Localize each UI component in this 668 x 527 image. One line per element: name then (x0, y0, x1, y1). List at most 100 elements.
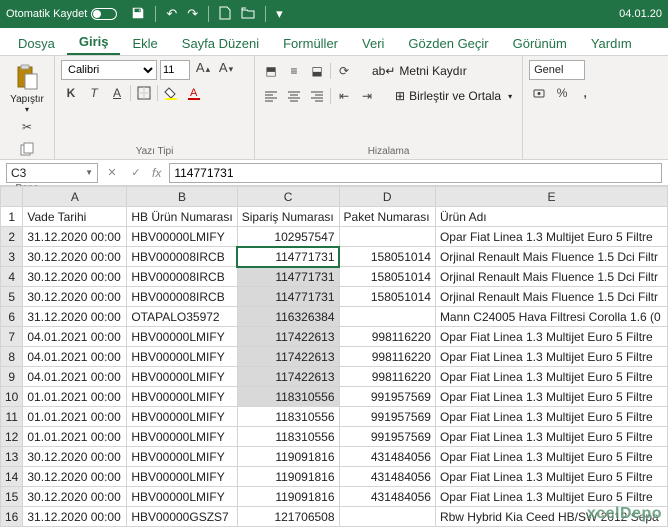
cell-E3[interactable]: Orjinal Renault Mais Fluence 1.5 Dci Fil… (435, 247, 667, 267)
border-button[interactable] (134, 83, 154, 103)
align-right-icon[interactable] (307, 86, 327, 106)
cell-D9[interactable]: 998116220 (339, 367, 435, 387)
redo-icon[interactable]: ↷ (187, 6, 198, 22)
cell-A6[interactable]: 31.12.2020 00:00 (23, 307, 127, 327)
increase-font-icon[interactable]: A▴ (193, 60, 213, 80)
cell-A9[interactable]: 04.01.2021 00:00 (23, 367, 127, 387)
comma-icon[interactable]: , (575, 83, 595, 103)
cell-D14[interactable]: 431484056 (339, 467, 435, 487)
row-header[interactable]: 12 (1, 427, 23, 447)
currency-icon[interactable] (529, 83, 549, 103)
cell-C3[interactable]: 114771731 (237, 247, 339, 267)
cancel-icon[interactable]: ✕ (104, 166, 120, 179)
cell-C10[interactable]: 118310556 (237, 387, 339, 407)
tab-görünüm[interactable]: Görünüm (501, 30, 579, 55)
col-header-E[interactable]: E (435, 187, 667, 207)
col-header-D[interactable]: D (339, 187, 435, 207)
cell-E7[interactable]: Opar Fiat Linea 1.3 Multijet Euro 5 Filt… (435, 327, 667, 347)
cell-C6[interactable]: 116326384 (237, 307, 339, 327)
align-bottom-icon[interactable]: ⬓ (307, 61, 327, 81)
cell-B7[interactable]: HBV00000LMIFY (127, 327, 237, 347)
col-header-B[interactable]: B (127, 187, 237, 207)
cell-D3[interactable]: 158051014 (339, 247, 435, 267)
cell-B9[interactable]: HBV00000LMIFY (127, 367, 237, 387)
row-header[interactable]: 15 (1, 487, 23, 507)
header-cell[interactable]: Vade Tarihi (23, 207, 127, 227)
align-top-icon[interactable]: ⬒ (261, 61, 281, 81)
bold-button[interactable]: K (61, 83, 81, 103)
save-icon[interactable] (131, 6, 145, 23)
cell-C14[interactable]: 119091816 (237, 467, 339, 487)
cell-E5[interactable]: Orjinal Renault Mais Fluence 1.5 Dci Fil… (435, 287, 667, 307)
header-cell[interactable]: HB Ürün Numarası (127, 207, 237, 227)
cell-D5[interactable]: 158051014 (339, 287, 435, 307)
chevron-down-icon[interactable]: ▼ (85, 168, 93, 177)
enter-icon[interactable]: ✓ (128, 166, 144, 179)
cell-C4[interactable]: 114771731 (237, 267, 339, 287)
cell-A4[interactable]: 30.12.2020 00:00 (23, 267, 127, 287)
cell-B13[interactable]: HBV00000LMIFY (127, 447, 237, 467)
fx-icon[interactable]: fx (152, 166, 161, 180)
fill-color-button[interactable] (161, 83, 181, 103)
cell-A14[interactable]: 30.12.2020 00:00 (23, 467, 127, 487)
autosave-toggle[interactable]: Otomatik Kaydet (6, 8, 117, 20)
cell-C8[interactable]: 117422613 (237, 347, 339, 367)
header-cell[interactable]: Sipariş Numarası (237, 207, 339, 227)
row-header[interactable]: 3 (1, 247, 23, 267)
cell-B4[interactable]: HBV000008IRCB (127, 267, 237, 287)
row-header[interactable]: 4 (1, 267, 23, 287)
paste-button[interactable] (10, 60, 44, 94)
cell-B3[interactable]: HBV000008IRCB (127, 247, 237, 267)
cell-C11[interactable]: 118310556 (237, 407, 339, 427)
cell-B2[interactable]: HBV00000LMIFY (127, 227, 237, 247)
cell-A10[interactable]: 01.01.2021 00:00 (23, 387, 127, 407)
tab-sayfa düzeni[interactable]: Sayfa Düzeni (170, 30, 271, 55)
decrease-font-icon[interactable]: A▾ (216, 60, 236, 80)
tab-dosya[interactable]: Dosya (6, 30, 67, 55)
row-header[interactable]: 9 (1, 367, 23, 387)
cell-E13[interactable]: Opar Fiat Linea 1.3 Multijet Euro 5 Filt… (435, 447, 667, 467)
tab-ekle[interactable]: Ekle (120, 30, 169, 55)
row-header[interactable]: 8 (1, 347, 23, 367)
cell-E15[interactable]: Opar Fiat Linea 1.3 Multijet Euro 5 Filt… (435, 487, 667, 507)
cell-D11[interactable]: 991957569 (339, 407, 435, 427)
cell-C12[interactable]: 118310556 (237, 427, 339, 447)
cell-E2[interactable]: Opar Fiat Linea 1.3 Multijet Euro 5 Filt… (435, 227, 667, 247)
align-left-icon[interactable] (261, 86, 281, 106)
wrap-text-button[interactable]: ab↵Metni Kaydır (368, 60, 471, 82)
cell-C2[interactable]: 102957547 (237, 227, 339, 247)
chevron-down-icon[interactable]: ▾ (276, 6, 283, 22)
percent-icon[interactable]: % (552, 83, 572, 103)
cell-B14[interactable]: HBV00000LMIFY (127, 467, 237, 487)
increase-indent-icon[interactable]: ⇥ (357, 86, 377, 106)
orientation-icon[interactable]: ⟳ (334, 61, 354, 81)
col-header-C[interactable]: C (237, 187, 339, 207)
cell-C9[interactable]: 117422613 (237, 367, 339, 387)
tab-yardım[interactable]: Yardım (579, 30, 644, 55)
cell-B12[interactable]: HBV00000LMIFY (127, 427, 237, 447)
new-icon[interactable] (219, 6, 231, 23)
spreadsheet-grid[interactable]: ABCDE1Vade TarihiHB Ürün NumarasıSipariş… (0, 186, 668, 527)
cell-A3[interactable]: 30.12.2020 00:00 (23, 247, 127, 267)
cell-D4[interactable]: 158051014 (339, 267, 435, 287)
cell-C5[interactable]: 114771731 (237, 287, 339, 307)
italic-button[interactable]: T (84, 83, 104, 103)
cell-C15[interactable]: 119091816 (237, 487, 339, 507)
cell-D12[interactable]: 991957569 (339, 427, 435, 447)
cell-D15[interactable]: 431484056 (339, 487, 435, 507)
tab-veri[interactable]: Veri (350, 30, 396, 55)
merge-center-button[interactable]: ⊞Birleştir ve Ortala▾ (391, 85, 516, 107)
toggle-icon[interactable] (91, 8, 117, 20)
cell-E4[interactable]: Orjinal Renault Mais Fluence 1.5 Dci Fil… (435, 267, 667, 287)
font-size-input[interactable] (160, 60, 190, 80)
align-center-icon[interactable] (284, 86, 304, 106)
cell-E11[interactable]: Opar Fiat Linea 1.3 Multijet Euro 5 Filt… (435, 407, 667, 427)
undo-icon[interactable]: ↶ (166, 6, 177, 22)
cell-E14[interactable]: Opar Fiat Linea 1.3 Multijet Euro 5 Filt… (435, 467, 667, 487)
cell-E12[interactable]: Opar Fiat Linea 1.3 Multijet Euro 5 Filt… (435, 427, 667, 447)
cell-C7[interactable]: 117422613 (237, 327, 339, 347)
cell-E9[interactable]: Opar Fiat Linea 1.3 Multijet Euro 5 Filt… (435, 367, 667, 387)
row-header[interactable]: 10 (1, 387, 23, 407)
open-icon[interactable] (241, 7, 255, 22)
tab-giriş[interactable]: Giriş (67, 28, 121, 55)
